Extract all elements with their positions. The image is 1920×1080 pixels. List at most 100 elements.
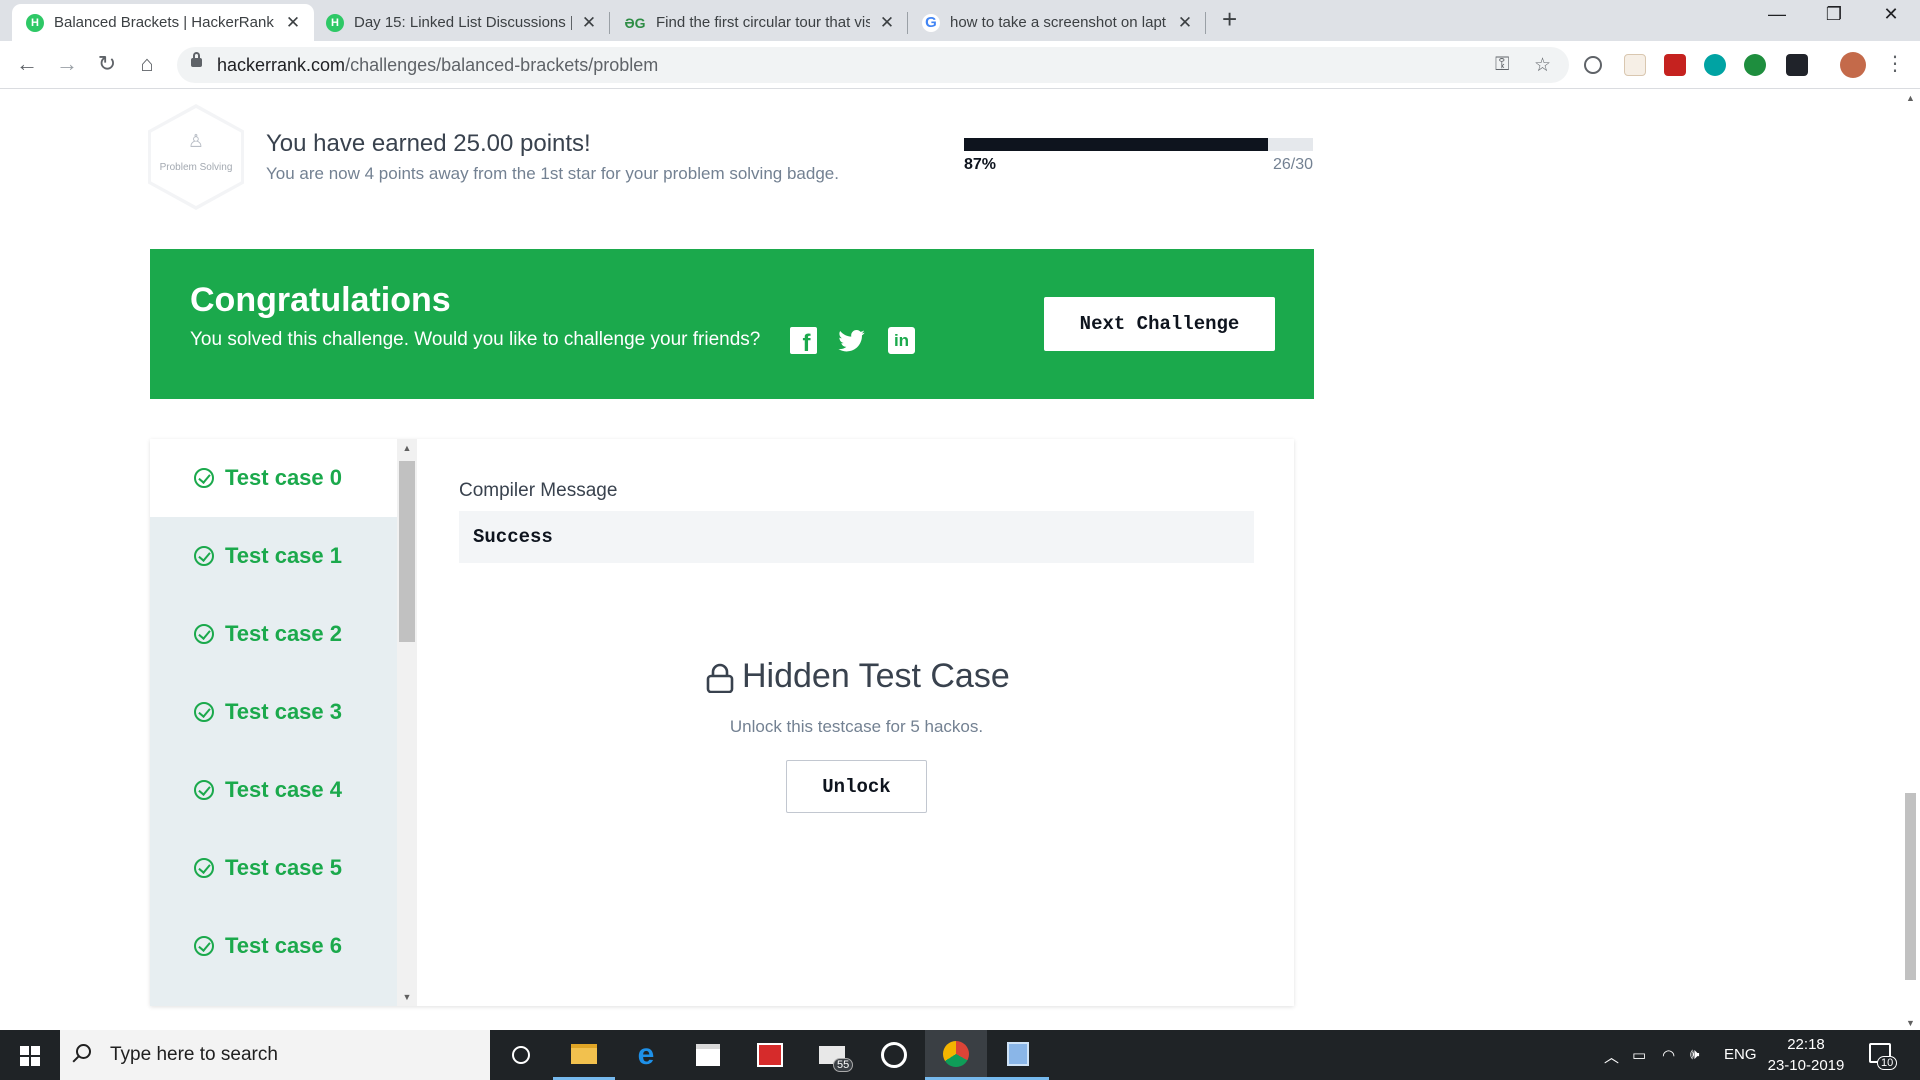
- congratulations-title: Congratulations: [190, 281, 451, 319]
- address-bar[interactable]: hackerrank.com/challenges/balanced-brack…: [177, 47, 1569, 83]
- cortana-icon[interactable]: [490, 1030, 552, 1080]
- close-icon[interactable]: ✕: [878, 13, 896, 33]
- check-circle-icon: [194, 546, 214, 566]
- language-indicator[interactable]: ENG: [1724, 1046, 1757, 1063]
- test-case-label: Test case 6: [225, 933, 343, 958]
- tab-separator: [1205, 12, 1206, 34]
- compiler-message-label: Compiler Message: [459, 480, 618, 501]
- clock-date[interactable]: 23-10-2019: [1766, 1057, 1846, 1074]
- test-case-label: Test case 2: [225, 621, 343, 646]
- mail-badge: 55: [833, 1058, 854, 1072]
- url-path: /challenges/balanced-brackets/problem: [345, 55, 659, 75]
- scrollbar-thumb[interactable]: [399, 461, 415, 642]
- battery-icon[interactable]: ▭: [1632, 1046, 1646, 1064]
- unlock-button[interactable]: Unlock: [786, 760, 927, 813]
- check-circle-icon: [194, 702, 214, 722]
- test-case-item[interactable]: Test case 6: [150, 907, 397, 985]
- edge-browser-icon[interactable]: e: [615, 1030, 677, 1080]
- test-case-label: Test case 3: [225, 699, 343, 724]
- mail-icon[interactable]: 55: [801, 1030, 863, 1080]
- progress-count: 26/30: [1272, 156, 1313, 173]
- scroll-up-arrow-icon[interactable]: ▲: [397, 443, 417, 453]
- scroll-down-arrow-icon[interactable]: ▼: [1901, 1018, 1920, 1028]
- page-scrollbar[interactable]: ▲ ▼: [1901, 89, 1920, 1030]
- tab-title: Find the first circular tour that vis: [656, 14, 870, 31]
- back-arrow-icon[interactable]: ←: [12, 51, 42, 77]
- twitter-icon[interactable]: [838, 327, 865, 354]
- new-tab-button[interactable]: +: [1222, 4, 1237, 35]
- home-icon[interactable]: ⌂: [132, 51, 162, 77]
- test-case-label: Test case 4: [225, 777, 343, 802]
- test-case-scrollbar[interactable]: ▲ ▼: [397, 439, 417, 1006]
- calendar-extension-icon[interactable]: [1624, 54, 1646, 76]
- windows-taskbar: Type here to search e 55 ︿ ▭ ◠ 🕪 ENG 22:…: [0, 1030, 1920, 1080]
- tab-circular-tour[interactable]: ƏG Find the first circular tour that vis…: [610, 4, 908, 41]
- facebook-icon[interactable]: f: [790, 327, 817, 357]
- test-case-item[interactable]: Test case 5: [150, 829, 397, 907]
- teal-extension-icon[interactable]: [1704, 54, 1726, 76]
- close-icon[interactable]: ✕: [1176, 13, 1194, 33]
- compiler-message-box: Success: [459, 511, 1254, 563]
- check-circle-icon: [194, 858, 214, 878]
- chrome-icon[interactable]: [925, 1030, 987, 1080]
- profile-avatar[interactable]: [1840, 52, 1866, 78]
- store-icon[interactable]: [677, 1030, 739, 1080]
- file-explorer-icon[interactable]: [553, 1030, 615, 1080]
- window-close-icon[interactable]: ✕: [1868, 4, 1914, 25]
- test-case-item[interactable]: Test case 3: [150, 673, 397, 751]
- chat-extension-icon[interactable]: [1744, 54, 1766, 76]
- test-case-panel: Test case 0 Test case 1 Test case 2 Test…: [150, 439, 1294, 1006]
- clock-time[interactable]: 22:18: [1770, 1036, 1842, 1053]
- test-case-item[interactable]: Test case 4: [150, 751, 397, 829]
- wifi-icon[interactable]: ◠: [1662, 1046, 1675, 1064]
- problem-solving-badge-icon: ♙: [187, 131, 205, 151]
- restore-icon[interactable]: ❐: [1811, 4, 1857, 25]
- tab-title: Balanced Brackets | HackerRank: [54, 14, 274, 31]
- url-host: hackerrank.com: [217, 55, 346, 75]
- google-favicon: G: [922, 13, 940, 32]
- reload-icon[interactable]: ↻: [92, 51, 122, 77]
- hackerrank-favicon: H: [26, 13, 44, 32]
- taskbar-search-placeholder: Type here to search: [110, 1044, 278, 1065]
- windows-start-icon[interactable]: [20, 1046, 40, 1066]
- scroll-down-arrow-icon[interactable]: ▼: [397, 992, 417, 1002]
- linkedin-icon[interactable]: in: [888, 327, 915, 354]
- close-icon[interactable]: ✕: [580, 13, 598, 33]
- check-circle-icon: [194, 624, 214, 644]
- taskbar-search-box[interactable]: Type here to search: [60, 1030, 490, 1080]
- badge-progress-bar: [964, 138, 1313, 151]
- badge-progress-fill: [964, 138, 1268, 151]
- virtualbox-icon[interactable]: [987, 1030, 1049, 1080]
- tab-balanced-brackets[interactable]: H Balanced Brackets | HackerRank ✕: [12, 4, 314, 41]
- whatsapp-icon[interactable]: [863, 1030, 925, 1080]
- secure-lock-icon[interactable]: [191, 52, 202, 67]
- forward-arrow-icon[interactable]: →: [52, 51, 82, 77]
- test-case-item[interactable]: Test case 0: [150, 439, 397, 517]
- minimize-icon[interactable]: —: [1754, 4, 1800, 25]
- tray-chevron-icon[interactable]: ︿: [1604, 1046, 1619, 1067]
- tab-linked-list-discussions[interactable]: H Day 15: Linked List Discussions | T ✕: [312, 4, 610, 41]
- test-case-label: Test case 5: [225, 855, 343, 880]
- browser-tab-bar: H Balanced Brackets | HackerRank ✕ H Day…: [0, 0, 1920, 41]
- check-circle-icon: [194, 780, 214, 800]
- tab-title: Day 15: Linked List Discussions | T: [354, 14, 572, 31]
- menu-kebab-icon[interactable]: ⋮: [1880, 51, 1910, 76]
- scroll-up-arrow-icon[interactable]: ▲: [1901, 93, 1920, 103]
- test-case-item[interactable]: Test case 2: [150, 595, 397, 673]
- gift-icon[interactable]: [739, 1030, 801, 1080]
- tab-screenshot-search[interactable]: G how to take a screenshot on lapt ✕: [908, 4, 1206, 41]
- close-icon[interactable]: ✕: [284, 13, 302, 33]
- url-text[interactable]: hackerrank.com/challenges/balanced-brack…: [217, 55, 658, 76]
- notification-count: 10: [1877, 1056, 1898, 1070]
- bookmark-star-icon[interactable]: ☆: [1534, 54, 1551, 77]
- pdf-extension-icon[interactable]: [1664, 54, 1686, 76]
- points-earned-subtitle: You are now 4 points away from the 1st s…: [266, 164, 839, 183]
- test-case-item[interactable]: Test case 1: [150, 517, 397, 595]
- speed-extension-icon[interactable]: [1584, 56, 1602, 74]
- key-icon[interactable]: ⚿: [1495, 54, 1509, 76]
- scrollbar-thumb[interactable]: [1905, 793, 1916, 980]
- progress-percent: 87%: [964, 156, 997, 173]
- next-challenge-button[interactable]: Next Challenge: [1044, 297, 1275, 351]
- react-devtools-icon[interactable]: [1786, 54, 1808, 76]
- volume-icon[interactable]: 🕪: [1690, 1046, 1699, 1063]
